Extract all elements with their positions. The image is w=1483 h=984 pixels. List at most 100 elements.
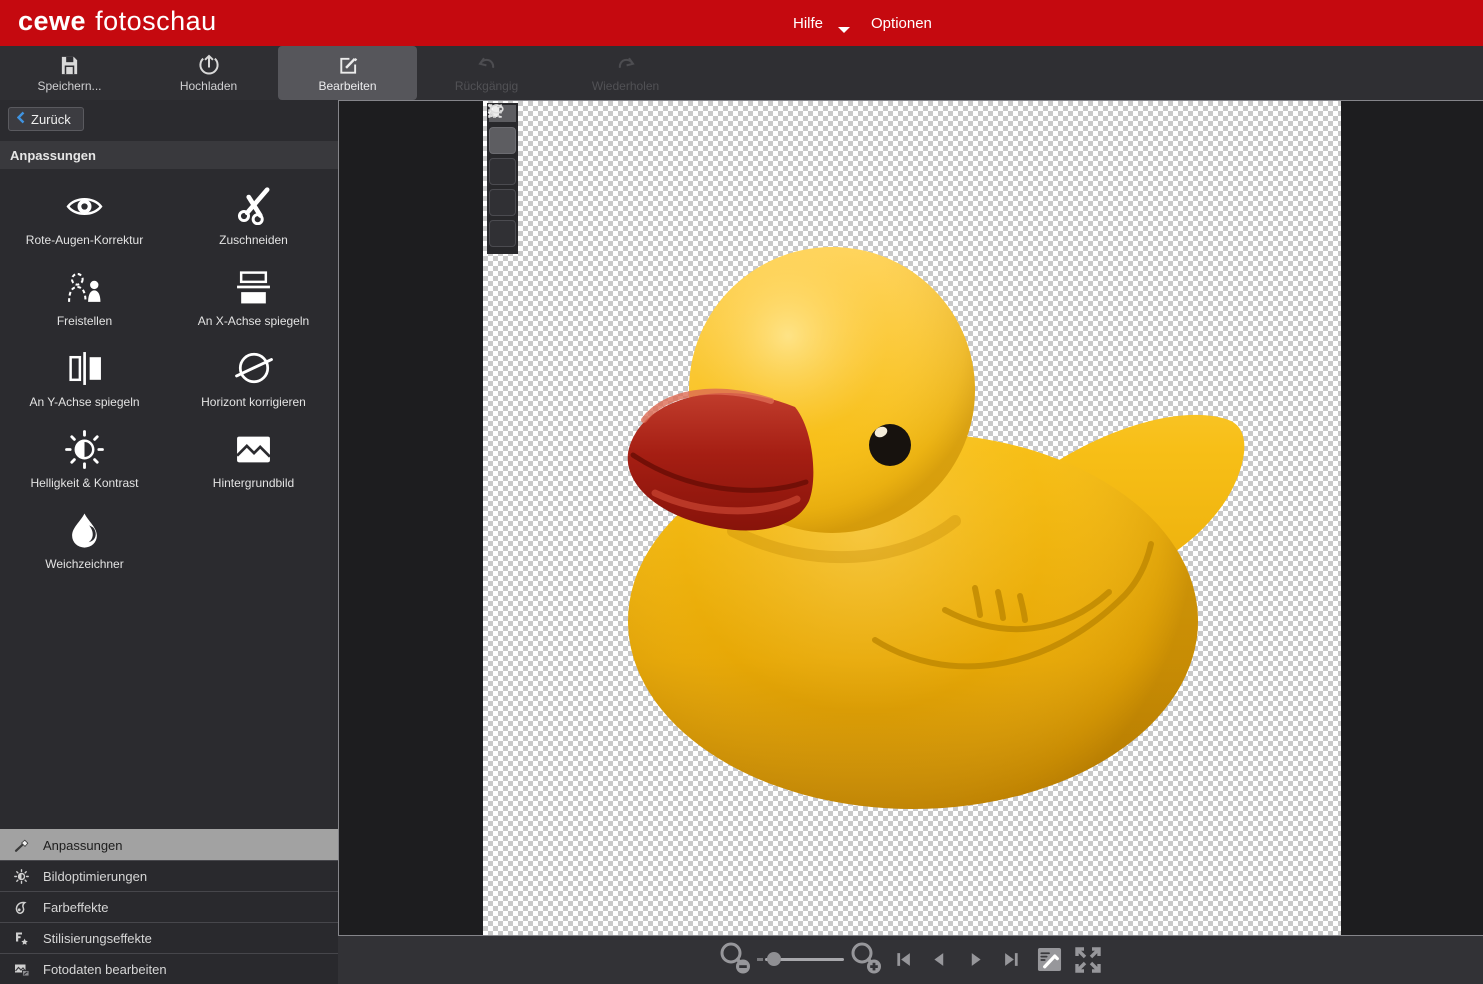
category-stilisierungseffekte[interactable]: Stilisierungseffekte: [0, 922, 338, 953]
category-label: Bildoptimierungen: [43, 869, 147, 884]
first-image-button[interactable]: [895, 951, 912, 973]
fullscreen-button[interactable]: [1073, 945, 1103, 980]
app-logo: cewe fotoschau: [18, 6, 217, 37]
color-effects-icon: [13, 900, 30, 915]
zoom-in-button[interactable]: [847, 940, 887, 983]
tool-horizont-korrigieren[interactable]: Horizont korrigieren: [169, 338, 338, 419]
category-label: Stilisierungseffekte: [43, 931, 152, 946]
redo-label: Wiederholen: [592, 79, 659, 93]
zoom-in-icon: [847, 940, 887, 978]
category-label: Anpassungen: [43, 838, 123, 853]
rect-select-tool-button[interactable]: [489, 189, 516, 216]
tool-rote-augen-korrektur[interactable]: Rote-Augen-Korrektur: [0, 176, 169, 257]
tool-hintergrundbild[interactable]: Hintergrundbild: [169, 419, 338, 500]
tool-label: Freistellen: [57, 314, 112, 328]
section-header: Anpassungen: [0, 141, 338, 169]
upload-icon: [198, 53, 220, 76]
photo-data-icon: [13, 962, 30, 977]
zoom-out-button[interactable]: [716, 940, 756, 983]
tool-zuschneiden[interactable]: Zuschneiden: [169, 176, 338, 257]
blur-drop-icon: [69, 510, 100, 550]
edit-pencil-icon: [337, 53, 358, 76]
horizon-icon: [235, 348, 273, 388]
tool-label: Horizont korrigieren: [201, 395, 306, 409]
eye-icon: [66, 186, 103, 226]
chevron-down-icon[interactable]: [838, 27, 850, 33]
zoom-slider-tick: [757, 958, 763, 961]
category-bildoptimierungen[interactable]: Bildoptimierungen: [0, 860, 338, 891]
tool-label: An Y-Achse spiegeln: [29, 395, 139, 409]
category-anpassungen[interactable]: Anpassungen: [0, 829, 338, 860]
app-window: cewe fotoschau Hilfe Optionen Speichern..…: [0, 0, 1483, 984]
main-toolbar: Speichern... Hochladen Bearbeiten Rückgä…: [0, 46, 1483, 100]
skip-last-icon: [1003, 951, 1020, 968]
previous-image-button[interactable]: [931, 951, 948, 973]
annotate-icon: [1037, 947, 1062, 972]
hand-tool-button[interactable]: [489, 127, 516, 154]
tool-weichzeichner[interactable]: Weichzeichner: [0, 500, 169, 581]
section-title: Anpassungen: [10, 148, 96, 163]
editing-canvas[interactable]: [483, 101, 1341, 935]
tool-label: Weichzeichner: [45, 557, 123, 571]
next-image-button[interactable]: [967, 951, 984, 973]
category-farbeffekte[interactable]: Farbeffekte: [0, 891, 338, 922]
tool-label: Helligkeit & Kontrast: [30, 476, 138, 490]
undo-icon: [476, 53, 498, 76]
save-button[interactable]: Speichern...: [0, 46, 139, 100]
floppy-disk-icon: [59, 53, 80, 76]
ellipse-select-tool-button[interactable]: [489, 220, 516, 247]
tool-label: Hintergrundbild: [213, 476, 294, 490]
logo-cewe: cewe: [18, 6, 86, 36]
tools-grid: Rote-Augen-Korrektur Zuschneiden Freiste…: [0, 176, 338, 581]
menubar: Hilfe Optionen: [780, 0, 945, 46]
category-fotodaten-bearbeiten[interactable]: Fotodaten bearbeiten: [0, 953, 338, 984]
menu-optionen[interactable]: Optionen: [858, 15, 945, 32]
tool-label: An X-Achse spiegeln: [198, 314, 309, 328]
cutout-person-icon: [66, 267, 103, 307]
optimize-sun-icon: [13, 869, 30, 884]
last-image-button[interactable]: [1003, 951, 1020, 973]
tool-freistellen[interactable]: Freistellen: [0, 257, 169, 338]
upload-label: Hochladen: [180, 79, 237, 93]
adjust-brush-icon: [13, 837, 30, 853]
upload-button[interactable]: Hochladen: [139, 46, 278, 100]
background-image-icon: [235, 429, 272, 469]
category-label: Farbeffekte: [43, 900, 109, 915]
category-label: Fotodaten bearbeiten: [43, 962, 167, 977]
zoom-slider-knob[interactable]: [767, 952, 781, 966]
menu-hilfe[interactable]: Hilfe: [780, 15, 836, 32]
undo-label: Rückgängig: [455, 79, 518, 93]
sidebar: Zurück Anpassungen Rote-Augen-Korrektur …: [0, 100, 338, 984]
ellipse-select-icon: [487, 103, 503, 119]
annotate-button[interactable]: [1037, 947, 1062, 977]
save-label: Speichern...: [37, 79, 101, 93]
back-label: Zurück: [31, 112, 71, 127]
tool-helligkeit-kontrast[interactable]: Helligkeit & Kontrast: [0, 419, 169, 500]
flip-x-icon: [235, 267, 272, 307]
redo-icon: [615, 53, 637, 76]
chevron-left-icon: [17, 111, 25, 127]
canvas-viewport: [338, 100, 1483, 936]
undo-button[interactable]: Rückgängig: [417, 46, 556, 100]
tool-label: Rote-Augen-Korrektur: [26, 233, 143, 247]
canvas-image-duck: [483, 101, 1341, 935]
back-button[interactable]: Zurück: [8, 107, 84, 131]
next-icon: [967, 951, 984, 968]
title-bar: cewe fotoschau Hilfe Optionen: [0, 0, 1483, 46]
redo-button[interactable]: Wiederholen: [556, 46, 695, 100]
status-bar: [338, 936, 1483, 984]
tool-an-x-achse-spiegeln[interactable]: An X-Achse spiegeln: [169, 257, 338, 338]
fullscreen-icon: [1073, 945, 1103, 975]
tool-an-y-achse-spiegeln[interactable]: An Y-Achse spiegeln: [0, 338, 169, 419]
skip-first-icon: [895, 951, 912, 968]
edit-button[interactable]: Bearbeiten: [278, 46, 417, 100]
brightness-contrast-icon: [64, 429, 105, 469]
tool-label: Zuschneiden: [219, 233, 288, 247]
scissors-icon: [235, 186, 273, 226]
flip-y-icon: [66, 348, 103, 388]
logo-fotoschau: fotoschau: [95, 6, 217, 36]
lasso-tool-button[interactable]: [489, 158, 516, 185]
stylize-star-icon: [13, 931, 30, 946]
category-list: Anpassungen Bildoptimierungen Farbeffekt…: [0, 829, 338, 984]
zoom-out-icon: [716, 940, 756, 978]
